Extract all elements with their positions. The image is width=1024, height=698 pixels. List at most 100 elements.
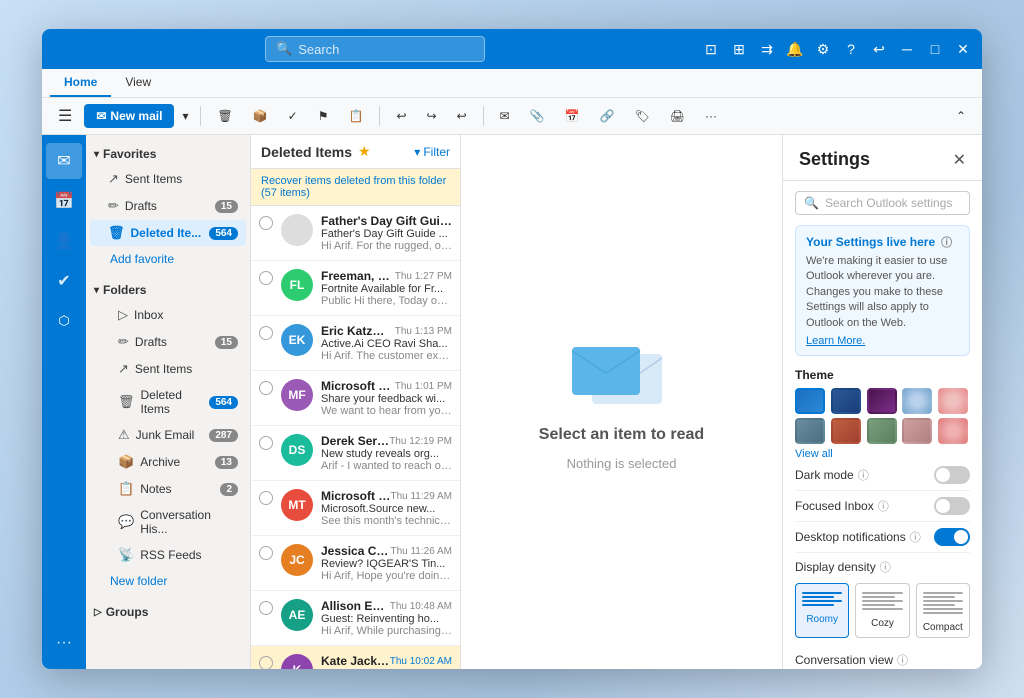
email-item[interactable]: Father's Day Gift Guide ... Father's Day… — [251, 206, 460, 261]
email-item[interactable]: MF Microsoft Feedback Thu 1:01 PM Share … — [251, 371, 460, 426]
new-mail-dropdown-button[interactable]: ▾ — [178, 105, 192, 127]
new-folder-link[interactable]: New folder — [86, 569, 250, 593]
email-item[interactable]: EK Eric Katzman Thu 1:13 PM Active.Ai CE… — [251, 316, 460, 371]
email-item[interactable]: JC Jessica Cornel Thu 11:26 AM Review? I… — [251, 536, 460, 591]
print-button[interactable]: 🖨 — [662, 105, 693, 127]
folder-junk[interactable]: ⚠ Junk Email 287 — [90, 422, 246, 448]
live-section-info-icon[interactable]: ⓘ — [941, 234, 952, 250]
compose-email-button[interactable]: ✉ — [492, 105, 518, 127]
folders-section-header[interactable]: ▾ Folders — [86, 279, 250, 301]
email-checkbox[interactable] — [259, 381, 273, 395]
view-all-themes-link[interactable]: View all — [795, 448, 970, 460]
mark-read-button[interactable]: ✓ — [280, 105, 306, 127]
grid-icon[interactable]: ⊞ — [728, 38, 750, 60]
focused-inbox-info-icon[interactable]: ⓘ — [878, 498, 889, 514]
theme-swatch-0[interactable] — [795, 388, 825, 414]
sidebar-item-people[interactable]: 👤 — [46, 223, 82, 259]
email-checkbox[interactable] — [259, 271, 273, 285]
feedback-icon[interactable]: ↩ — [868, 38, 890, 60]
favorites-section-header[interactable]: ▾ Favorites — [86, 143, 250, 165]
tab-view[interactable]: View — [111, 69, 165, 97]
forward-icon[interactable]: ⇉ — [756, 38, 778, 60]
folder-sent-items[interactable]: ↗ Sent Items — [90, 166, 246, 192]
display-density-info-icon[interactable]: ⓘ — [880, 559, 891, 575]
theme-swatch-7[interactable] — [867, 418, 897, 444]
theme-swatch-4[interactable] — [938, 388, 968, 414]
email-item[interactable]: FL Freeman, Lawson Thu 1:27 PM Fortnite … — [251, 261, 460, 316]
settings-search-input[interactable] — [825, 196, 961, 210]
help-icon[interactable]: ? — [840, 38, 862, 60]
folder-rss[interactable]: 📡 RSS Feeds — [90, 542, 246, 568]
tab-home[interactable]: Home — [50, 69, 111, 97]
email-list-star-icon[interactable]: ★ — [358, 143, 371, 160]
density-roomy[interactable]: Roomy — [795, 583, 849, 638]
folder-inbox[interactable]: ▷ Inbox — [90, 302, 246, 328]
settings-close-button[interactable]: ✕ — [953, 150, 966, 170]
link-button[interactable]: 🔗 — [592, 105, 623, 127]
new-mail-button[interactable]: ✉ New mail — [84, 104, 174, 128]
category-button[interactable]: 🏷 — [627, 105, 658, 127]
theme-swatch-3[interactable] — [902, 388, 932, 414]
hamburger-menu-button[interactable]: ☰ — [50, 102, 80, 130]
move-button[interactable]: 📋 — [340, 105, 371, 127]
learn-more-link[interactable]: Learn More. — [806, 335, 959, 347]
email-checkbox[interactable] — [259, 326, 273, 340]
search-input[interactable] — [298, 42, 474, 57]
email-item[interactable]: MT Microsoft Developer Team Thu 11:29 AM… — [251, 481, 460, 536]
focused-inbox-toggle[interactable] — [934, 497, 970, 515]
email-item[interactable]: AE Allison Edheimer Thu 10:48 AM Guest: … — [251, 591, 460, 646]
theme-swatch-1[interactable] — [831, 388, 861, 414]
email-checkbox[interactable] — [259, 216, 273, 230]
desktop-notifications-info-icon[interactable]: ⓘ — [910, 529, 921, 545]
bell-icon[interactable]: 🔔 — [784, 38, 806, 60]
archive-button[interactable]: 📦 — [245, 105, 276, 127]
density-compact[interactable]: Compact — [916, 583, 970, 638]
theme-swatch-9[interactable] — [938, 418, 968, 444]
undo-button[interactable]: ↩ — [388, 105, 414, 127]
calendar-button[interactable]: 📅 — [557, 105, 588, 127]
email-item[interactable]: DS Derek Serafin Thu 12:19 PM New study … — [251, 426, 460, 481]
maximize-icon[interactable]: □ — [924, 38, 946, 60]
email-checkbox[interactable] — [259, 436, 273, 450]
recover-banner[interactable]: Recover items deleted from this folder (… — [251, 169, 460, 206]
email-checkbox[interactable] — [259, 546, 273, 560]
redo-button[interactable]: ↪ — [419, 105, 445, 127]
sidebar-item-calendar[interactable]: 📅 — [46, 183, 82, 219]
folder-drafts-fav[interactable]: ✏ Drafts 15 — [90, 193, 246, 219]
theme-swatch-6[interactable] — [831, 418, 861, 444]
minimize-icon[interactable]: ─ — [896, 38, 918, 60]
more-button[interactable]: ··· — [697, 105, 725, 127]
delete-button[interactable]: 🗑 — [209, 105, 240, 127]
dark-mode-toggle[interactable] — [934, 466, 970, 484]
video-call-icon[interactable]: ⊡ — [700, 38, 722, 60]
theme-swatch-2[interactable] — [867, 388, 897, 414]
add-favorite-link[interactable]: Add favorite — [86, 247, 250, 271]
close-icon[interactable]: ✕ — [952, 38, 974, 60]
attach-button[interactable]: 📎 — [522, 105, 553, 127]
settings-gear-icon[interactable]: ⚙ — [812, 38, 834, 60]
folder-archive[interactable]: 📦 Archive 13 — [90, 449, 246, 475]
folder-notes[interactable]: 📋 Notes 2 — [90, 476, 246, 502]
theme-swatch-8[interactable] — [902, 418, 932, 444]
search-box[interactable]: 🔍 — [265, 36, 485, 62]
filter-button[interactable]: ▾ Filter — [414, 145, 450, 159]
folder-sent[interactable]: ↗ Sent Items — [90, 356, 246, 382]
folder-conv-history[interactable]: 💬 Conversation His... — [90, 503, 246, 541]
sidebar-item-more[interactable]: ··· — [46, 625, 82, 661]
email-item[interactable]: K Kate Jackson & Lisa Gottheil Thu 10:02… — [251, 646, 460, 669]
email-checkbox[interactable] — [259, 656, 273, 669]
theme-swatch-5[interactable] — [795, 418, 825, 444]
collapse-ribbon-button[interactable]: ⌃ — [948, 105, 974, 127]
folder-deleted[interactable]: 🗑 Deleted Items 564 — [90, 383, 246, 421]
sidebar-item-outlook[interactable]: ⬡ — [46, 303, 82, 339]
desktop-notifications-toggle[interactable] — [934, 528, 970, 546]
settings-search-box[interactable]: 🔍 — [795, 191, 970, 215]
email-checkbox[interactable] — [259, 491, 273, 505]
flag-button[interactable]: ⚑ — [310, 105, 337, 127]
folder-drafts[interactable]: ✏ Drafts 15 — [90, 329, 246, 355]
folder-deleted-items-fav[interactable]: 🗑 Deleted Ite... 564 — [90, 220, 246, 246]
conversation-view-info-icon[interactable]: ⓘ — [897, 652, 908, 668]
sidebar-item-tasks[interactable]: ✔ — [46, 263, 82, 299]
undo2-button[interactable]: ↩ — [449, 105, 475, 127]
sidebar-item-mail[interactable]: ✉ — [46, 143, 82, 179]
